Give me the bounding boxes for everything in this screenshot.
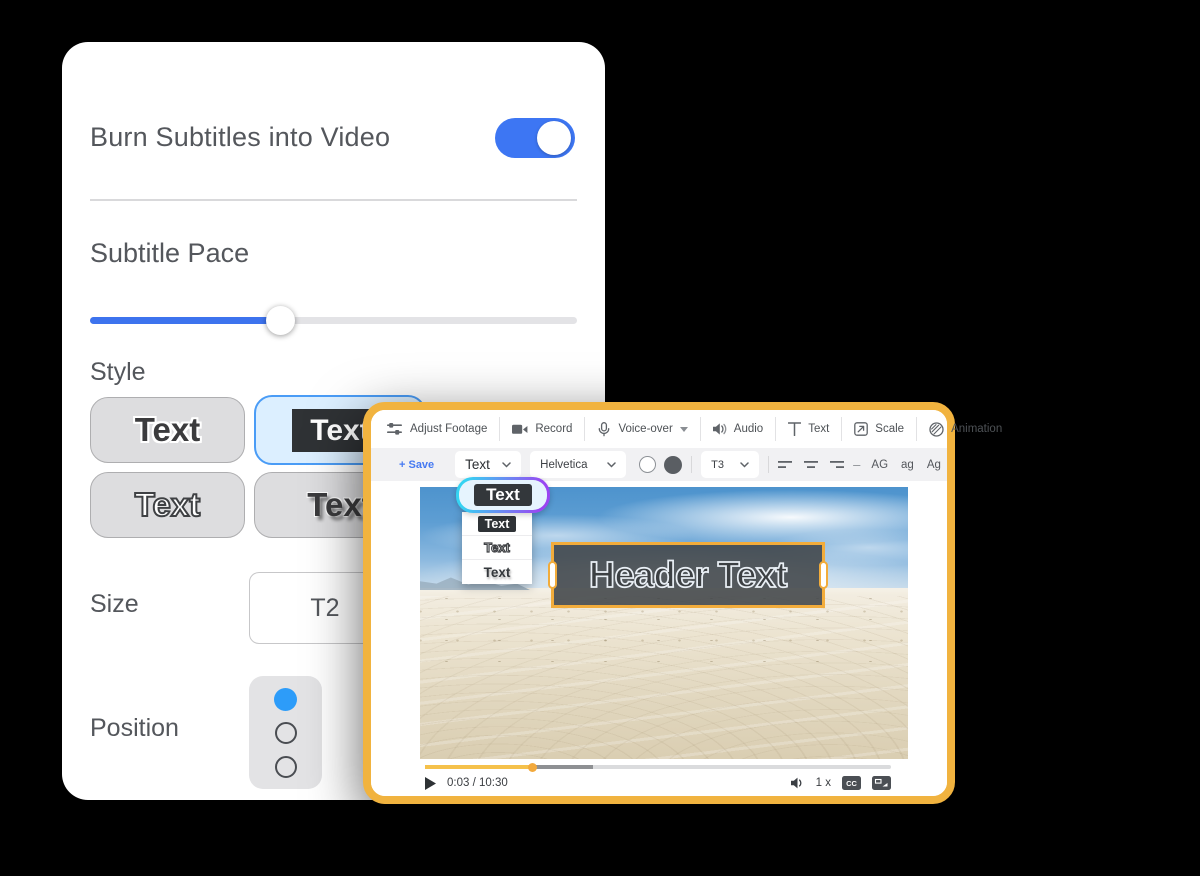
slider-fill xyxy=(90,317,280,324)
style-sample-text: Text xyxy=(484,540,510,555)
style-option-outline[interactable]: Text xyxy=(90,472,245,538)
speaker-icon xyxy=(713,423,727,435)
align-left-icon[interactable] xyxy=(778,460,792,470)
header-text: Header Text xyxy=(589,554,787,596)
resize-handle-right[interactable] xyxy=(819,561,828,589)
dropdown-style-outline[interactable]: Text xyxy=(462,536,532,560)
section-divider xyxy=(90,199,577,201)
fullscreen-button[interactable] xyxy=(872,776,891,790)
text-style-dropdown-panel: Text Text Text xyxy=(462,512,532,584)
toolbar-voice-over-button[interactable]: Voice-over xyxy=(585,422,699,437)
scale-icon xyxy=(854,422,868,436)
letter-t-icon xyxy=(788,422,801,436)
time-display: 0:03 / 10:30 xyxy=(447,777,508,789)
toolbar-scale-button[interactable]: Scale xyxy=(842,422,916,436)
format-toolbar: + Save Text Helvetica T3 xyxy=(371,448,947,481)
toolbar-text-button[interactable]: Text xyxy=(776,422,841,436)
style-label: Style xyxy=(90,358,146,387)
toggle-knob xyxy=(537,121,571,155)
progress-scrubber[interactable] xyxy=(528,763,537,772)
toolbar-label: Voice-over xyxy=(618,423,672,435)
text-style-value: Text xyxy=(465,457,490,472)
selected-style-sample: Text xyxy=(474,484,532,507)
toolbar-audio-button[interactable]: Audio xyxy=(701,423,775,435)
font-family-value: Helvetica xyxy=(540,459,587,471)
toolbar-label: Scale xyxy=(875,423,904,435)
align-right-icon[interactable] xyxy=(830,460,844,470)
text-size-select[interactable]: T3 xyxy=(701,451,759,478)
caret-down-icon xyxy=(680,427,688,432)
case-group: AG ag Ag xyxy=(871,459,941,471)
size-value: T2 xyxy=(310,594,339,623)
position-label: Position xyxy=(90,714,179,743)
player-controls-left: 0:03 / 10:30 xyxy=(425,777,508,790)
align-center-icon[interactable] xyxy=(804,460,818,470)
save-button[interactable]: + Save xyxy=(387,459,446,471)
minus-glyph: – xyxy=(853,457,860,472)
app-background: Burn Subtitles into Video Subtitle Pace … xyxy=(0,0,1200,876)
burn-subtitles-toggle[interactable] xyxy=(495,118,575,158)
chevron-down-icon xyxy=(607,462,616,468)
animation-icon xyxy=(929,422,944,437)
text-size-value: T3 xyxy=(711,459,724,471)
toolbar-label: Adjust Footage xyxy=(410,423,487,435)
align-group xyxy=(778,460,844,470)
microphone-icon xyxy=(597,422,611,437)
captions-button[interactable]: CC xyxy=(842,776,861,790)
editor-toolbar: Adjust Footage Record Voice-over Audio xyxy=(371,410,947,448)
case-option-lower[interactable]: ag xyxy=(901,459,914,471)
position-radio-group xyxy=(249,676,322,789)
player-controls-right: 1 x CC xyxy=(791,776,891,790)
dropdown-style-shadow[interactable]: Text xyxy=(462,560,532,584)
chevron-down-icon xyxy=(502,462,511,468)
header-text-element[interactable]: Header Text xyxy=(551,542,825,608)
toolbar-label: Text xyxy=(808,423,829,435)
resize-handle-left[interactable] xyxy=(548,561,557,589)
style-sample-text: Text xyxy=(135,411,200,449)
slider-knob[interactable] xyxy=(266,306,295,335)
dropdown-style-box[interactable]: Text xyxy=(462,512,532,536)
format-divider xyxy=(691,456,692,473)
subtitle-pace-slider[interactable] xyxy=(90,306,577,334)
style-sample-text: Text xyxy=(478,516,517,532)
case-option-title[interactable]: Ag xyxy=(927,459,941,471)
size-label: Size xyxy=(90,590,139,619)
outline-color-swatch[interactable] xyxy=(639,456,656,473)
position-radio-middle[interactable] xyxy=(275,722,297,744)
playback-speed-button[interactable]: 1 x xyxy=(816,777,831,789)
toolbar-adjust-footage-button[interactable]: Adjust Footage xyxy=(375,423,499,435)
progress-played xyxy=(425,765,532,769)
case-option-upper[interactable]: AG xyxy=(871,459,888,471)
burn-subtitles-label: Burn Subtitles into Video xyxy=(90,122,390,153)
video-editor-card: Adjust Footage Record Voice-over Audio xyxy=(363,402,955,804)
position-radio-bottom[interactable] xyxy=(275,756,297,778)
chevron-down-icon xyxy=(740,462,749,468)
toolbar-label: Record xyxy=(535,423,572,435)
editor-stage: Header Text Text Text Text Text xyxy=(371,481,947,796)
volume-icon[interactable] xyxy=(791,777,805,789)
adjust-sliders-icon xyxy=(387,423,403,435)
format-divider xyxy=(768,456,769,473)
font-family-select[interactable]: Helvetica xyxy=(530,451,626,478)
style-sample-text: Text xyxy=(484,565,511,580)
fill-color-swatch[interactable] xyxy=(664,456,682,474)
style-sample-text: Text xyxy=(135,486,200,524)
video-progress-bar[interactable] xyxy=(425,762,891,772)
player-controls: 0:03 / 10:30 1 x CC xyxy=(425,772,891,794)
style-option-halo[interactable]: Text xyxy=(90,397,245,463)
play-button[interactable] xyxy=(425,777,436,790)
position-radio-top[interactable] xyxy=(274,688,297,711)
subtitle-pace-label: Subtitle Pace xyxy=(90,238,249,269)
text-style-select[interactable]: Text xyxy=(455,451,521,478)
video-camera-icon xyxy=(512,424,528,435)
text-style-dropdown-selected[interactable]: Text xyxy=(456,477,550,513)
toolbar-animation-button[interactable]: Animation xyxy=(917,422,1014,437)
toolbar-label: Audio xyxy=(734,423,763,435)
toolbar-label: Animation xyxy=(951,423,1002,435)
toolbar-record-button[interactable]: Record xyxy=(500,423,584,435)
color-swatch-group xyxy=(639,456,682,474)
